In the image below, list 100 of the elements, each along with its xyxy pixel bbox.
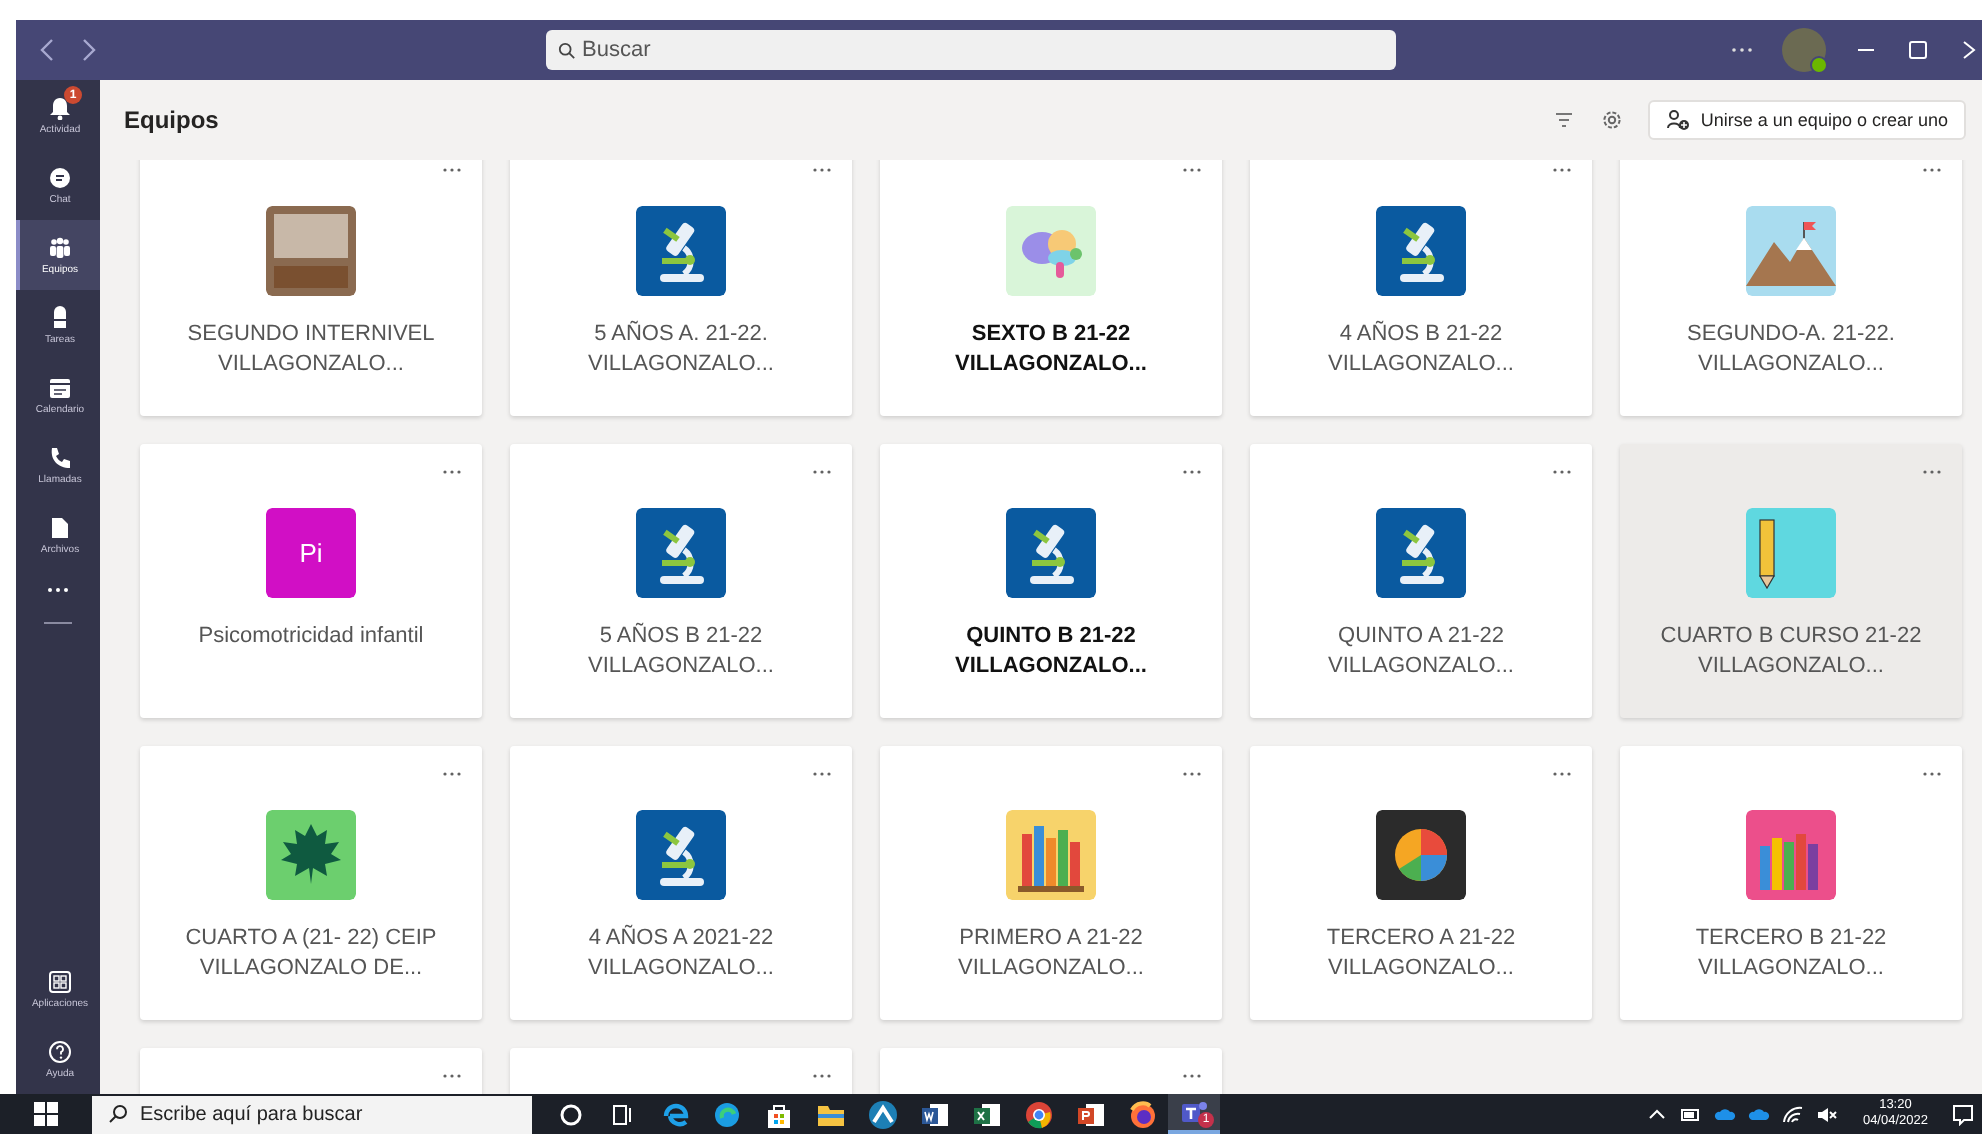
brain-icon: [1006, 206, 1096, 296]
team-name: SEGUNDO INTERNIVEL VILLAGONZALO...: [185, 320, 437, 380]
more-options-icon[interactable]: [1922, 468, 1942, 476]
search-icon: [558, 42, 576, 60]
people-icon: [48, 235, 72, 259]
team-name: 4 AÑOS A 2021-22 VILLAGONZALO...: [586, 924, 776, 984]
settings-icon[interactable]: [1600, 108, 1625, 132]
page-title: Equipos: [124, 106, 219, 134]
teams-app-icon: [1179, 1097, 1209, 1127]
team-card[interactable]: SEGUNDO INTERNIVEL VILLAGONZALO...: [140, 160, 482, 416]
team-name: 5 AÑOS A. 21-22. VILLAGONZALO...: [586, 320, 776, 380]
microscope-icon: [636, 810, 726, 900]
more-options-icon[interactable]: [442, 166, 462, 174]
spreadsheet-icon: [971, 1099, 1001, 1129]
team-name: 4 AÑOS B 21-22 VILLAGONZALO...: [1326, 320, 1516, 380]
chrome-browser-icon: [1023, 1099, 1053, 1129]
more-options-icon[interactable]: [1182, 1072, 1202, 1080]
windows-start-icon[interactable]: [32, 1100, 60, 1128]
backpack-icon: [48, 305, 72, 329]
fox-browser-icon: [1127, 1099, 1157, 1129]
team-card[interactable]: TERCERO B 21-22 VILLAGONZALO...: [1620, 746, 1962, 1020]
help-icon: [48, 1039, 72, 1063]
more-options-icon[interactable]: [812, 166, 832, 174]
cloud-icon[interactable]: [1748, 1103, 1771, 1125]
team-name: QUINTO A 21-22 VILLAGONZALO...: [1326, 622, 1516, 682]
task-view-icon: [607, 1099, 637, 1129]
colored-pencils-icon: [1746, 810, 1836, 900]
team-name: CUARTO B CURSO 21-22 VILLAGONZALO...: [1658, 622, 1924, 682]
team-card[interactable]: TERCERO A 21-22 VILLAGONZALO...: [1250, 746, 1592, 1020]
search-icon: [108, 1104, 128, 1124]
presence-dot: [1810, 56, 1828, 74]
pencil-icon: [1746, 508, 1836, 598]
team-name: SEXTO B 21-22 VILLAGONZALO...: [953, 320, 1149, 380]
browser-wave-icon: [711, 1099, 741, 1129]
team-name: CUARTO A (21- 22) CEIP VILLAGONZALO DE...: [183, 924, 439, 984]
team-card[interactable]: PRIMERO A 21-22 VILLAGONZALO...: [880, 746, 1222, 1020]
team-card[interactable]: 4 AÑOS A 2021-22 VILLAGONZALO...: [510, 746, 852, 1020]
presentation-icon: [1075, 1099, 1105, 1129]
taskbar-search-field[interactable]: Escribe aquí para buscar: [92, 1095, 532, 1134]
more-options-icon[interactable]: [1922, 166, 1942, 174]
team-card[interactable]: CUARTO A (21- 22) CEIP VILLAGONZALO DE...: [140, 746, 482, 1020]
browser-e-icon: [659, 1099, 689, 1129]
more-options-icon[interactable]: [812, 1072, 832, 1080]
microscope-icon: [1376, 508, 1466, 598]
more-options-icon[interactable]: [442, 1072, 462, 1080]
more-options-icon[interactable]: [1182, 770, 1202, 778]
more-options-icon[interactable]: [1552, 468, 1572, 476]
phone-icon: [48, 445, 72, 469]
more-options-icon[interactable]: [442, 468, 462, 476]
team-name: Psicomotricidad infantil: [198, 622, 424, 652]
people-add-icon: [1666, 108, 1691, 132]
bell-icon: [48, 95, 72, 119]
filter-icon[interactable]: [1552, 108, 1577, 132]
more-options-icon[interactable]: [1182, 468, 1202, 476]
word-document-icon: [919, 1099, 949, 1129]
more-options-icon[interactable]: [1552, 770, 1572, 778]
more-options-icon[interactable]: [1922, 770, 1942, 778]
leaf-icon: [266, 810, 356, 900]
more-options-icon[interactable]: [1182, 166, 1202, 174]
team-name: 5 AÑOS B 21-22 VILLAGONZALO...: [586, 622, 776, 682]
team-card[interactable]: SEXTO B 21-22 VILLAGONZALO...: [880, 160, 1222, 416]
team-card[interactable]: QUINTO A 21-22 VILLAGONZALO...: [1250, 444, 1592, 718]
more-options-icon[interactable]: [812, 468, 832, 476]
join-or-create-team-button[interactable]: Unirse a un equipo o crear uno: [1648, 100, 1966, 140]
microscope-icon: [1006, 508, 1096, 598]
team-card[interactable]: SEGUNDO-A. 21-22. VILLAGONZALO...: [1620, 160, 1962, 416]
pie-chart-icon: [1376, 810, 1466, 900]
maximize-icon[interactable]: [1906, 38, 1930, 62]
team-card[interactable]: 5 AÑOS A. 21-22. VILLAGONZALO...: [510, 160, 852, 416]
more-options-icon[interactable]: [442, 770, 462, 778]
mountain-icon: [1746, 206, 1836, 296]
team-name: TERCERO A 21-22 VILLAGONZALO...: [1324, 924, 1518, 984]
more-options-icon[interactable]: [1552, 166, 1572, 174]
team-card[interactable]: Pi Psicomotricidad infantil: [140, 444, 482, 718]
circle-icon: [555, 1099, 585, 1129]
microscope-icon: [636, 508, 726, 598]
team-initials-tile: Pi: [266, 508, 356, 598]
microscope-icon: [636, 206, 726, 296]
photo-placeholder: [266, 206, 356, 296]
team-card[interactable]: 4 AÑOS B 21-22 VILLAGONZALO...: [1250, 160, 1592, 416]
battery-icon[interactable]: [1680, 1103, 1703, 1125]
team-name: SEGUNDO-A. 21-22. VILLAGONZALO...: [1685, 320, 1897, 380]
notifications-icon[interactable]: [1952, 1103, 1974, 1125]
more-options-icon[interactable]: [812, 770, 832, 778]
calendar-icon: [48, 375, 72, 399]
file-icon: [48, 515, 72, 539]
search-field[interactable]: Buscar: [546, 30, 1396, 70]
wifi-icon[interactable]: [1782, 1103, 1805, 1125]
team-card[interactable]: CUARTO B CURSO 21-22 VILLAGONZALO...: [1620, 444, 1962, 718]
team-card[interactable]: 5 AÑOS B 21-22 VILLAGONZALO...: [510, 444, 852, 718]
team-name: PRIMERO A 21-22 VILLAGONZALO...: [956, 924, 1146, 984]
speaker-muted-icon[interactable]: [1816, 1103, 1839, 1125]
microscope-icon: [1376, 206, 1466, 296]
team-card[interactable]: QUINTO B 21-22 VILLAGONZALO...: [880, 444, 1222, 718]
avatar[interactable]: [1782, 28, 1826, 72]
apps-grid-icon: [48, 969, 72, 993]
shopping-bag-icon: [763, 1099, 793, 1129]
cloud-icon[interactable]: [1714, 1103, 1737, 1125]
books-icon: [1006, 810, 1096, 900]
team-name: QUINTO B 21-22 VILLAGONZALO...: [953, 622, 1149, 682]
